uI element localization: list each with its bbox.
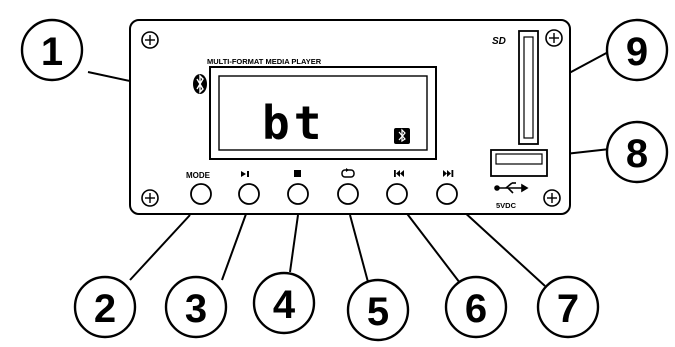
display-readout: bt (262, 96, 325, 150)
leader-line-2 (129, 214, 191, 281)
callout-9: 9 (605, 18, 669, 82)
stop-button[interactable] (287, 183, 309, 205)
sd-logo: SD (492, 36, 506, 47)
callout-7-number: 7 (557, 287, 579, 331)
callout-2: 2 (73, 275, 137, 339)
callout-6: 6 (444, 275, 508, 339)
leader-line-3 (221, 213, 247, 281)
leader-line-4 (289, 214, 299, 273)
screw-bottom-right (543, 189, 561, 207)
callout-5-number: 5 (367, 290, 389, 334)
callout-3: 3 (164, 275, 228, 339)
callout-4-number: 4 (273, 283, 296, 327)
leader-line-7 (461, 209, 546, 287)
callout-1-number: 1 (41, 30, 63, 74)
screw-top-right (545, 29, 563, 47)
play-pause-button[interactable] (238, 183, 260, 205)
usb-port-tongue (495, 153, 543, 165)
callout-7: 7 (536, 275, 600, 339)
mode-button-label: MODE (186, 171, 211, 180)
callout-8: 8 (605, 120, 669, 184)
usb-voltage-label: 5VDC (496, 201, 517, 210)
callout-3-number: 3 (185, 287, 207, 331)
mode-button[interactable] (190, 183, 212, 205)
callout-4: 4 (252, 271, 316, 335)
previous-button[interactable] (386, 183, 408, 205)
screw-top-left (141, 31, 159, 49)
display-bluetooth-icon (394, 128, 410, 144)
repeat-button[interactable] (337, 183, 359, 205)
sd-slot-opening (523, 36, 534, 139)
next-button[interactable] (436, 183, 458, 205)
callout-6-number: 6 (465, 287, 487, 331)
callout-9-number: 9 (626, 30, 648, 74)
leader-line-6 (404, 210, 461, 284)
stop-icon (294, 170, 301, 177)
callout-8-number: 8 (626, 132, 648, 176)
bluetooth-logo-icon (193, 74, 207, 94)
callout-2-number: 2 (94, 287, 116, 331)
callout-5: 5 (346, 278, 410, 342)
leader-line-5 (349, 214, 369, 283)
panel-title: MULTI-FORMAT MEDIA PLAYER (207, 57, 322, 66)
media-player-diagram: MULTI-FORMAT MEDIA PLAYER bt SD 5VDC MOD… (20, 18, 669, 342)
screw-bottom-left (141, 189, 159, 207)
callout-1: 1 (20, 18, 84, 82)
